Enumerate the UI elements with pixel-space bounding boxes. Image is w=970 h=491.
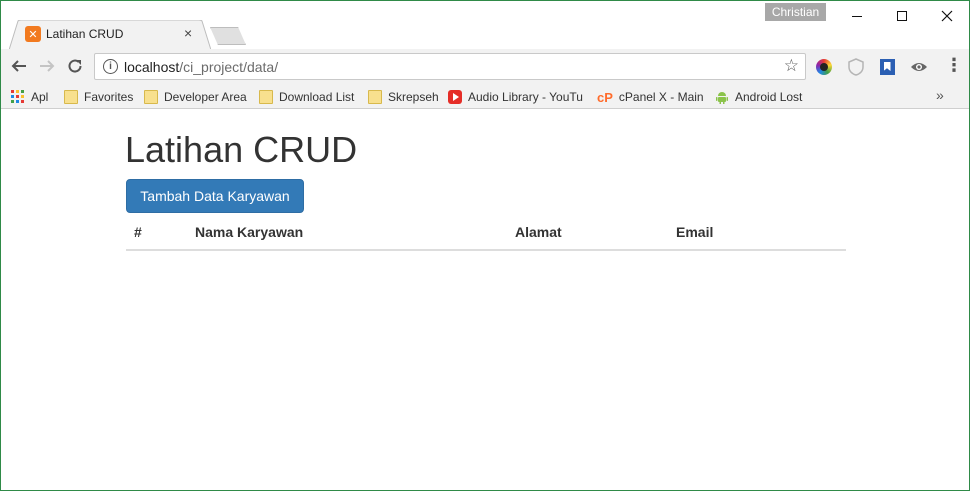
column-header-name: Nama Karyawan xyxy=(187,217,507,251)
folder-icon xyxy=(64,90,78,104)
back-button[interactable] xyxy=(7,54,31,78)
bookmark-label: Apl xyxy=(31,90,49,104)
table-header-row: # Nama Karyawan Alamat Email xyxy=(126,217,846,251)
maximize-button[interactable] xyxy=(879,1,925,31)
page-title: Latihan CRUD xyxy=(125,129,358,170)
bookmark-android-lost[interactable]: Android Lost xyxy=(715,88,802,106)
bookmark-audio-library[interactable]: Audio Library - YouTu xyxy=(448,88,585,106)
apps-grid-icon xyxy=(11,90,24,103)
minimize-icon xyxy=(852,15,862,17)
bookmark-label: Developer Area xyxy=(164,90,247,104)
minimize-button[interactable] xyxy=(834,1,880,31)
folder-icon xyxy=(368,90,382,104)
browser-toolbar: i localhost/ci_project/data/ ☆ ⋮ xyxy=(1,49,969,85)
info-icon[interactable]: i xyxy=(103,59,118,74)
eye-extension-icon[interactable] xyxy=(909,57,929,77)
reload-button[interactable] xyxy=(63,54,87,78)
xampp-favicon-icon: ✕ xyxy=(25,26,41,42)
url-host: localhost xyxy=(124,59,180,75)
folder-icon xyxy=(259,90,273,104)
tab-title[interactable]: Latihan CRUD xyxy=(46,27,123,41)
tab-close-icon[interactable]: × xyxy=(184,25,192,41)
bookmark-apps[interactable]: Apl xyxy=(11,88,48,106)
arrow-right-icon xyxy=(40,60,55,72)
youtube-icon xyxy=(448,90,462,104)
bookmark-label: cPanel X - Main xyxy=(618,90,704,104)
color-extension-icon[interactable] xyxy=(814,57,834,77)
bookmark-label: Audio Library - YouTu xyxy=(468,90,583,104)
browser-window: ✕ Latihan CRUD × Christian i localhost/c… xyxy=(0,0,970,491)
bookmark-star-icon[interactable]: ☆ xyxy=(784,56,799,76)
shield-extension-icon[interactable] xyxy=(846,57,866,77)
url-text[interactable]: localhost/ci_project/data/ xyxy=(124,59,278,75)
close-window-button[interactable] xyxy=(924,1,969,31)
maximize-icon xyxy=(897,11,907,21)
title-bar: ✕ Latihan CRUD × Christian xyxy=(1,1,969,50)
column-header-email: Email xyxy=(668,217,846,251)
close-icon xyxy=(941,10,953,22)
bookmark-cpanel[interactable]: cP cPanel X - Main xyxy=(597,88,704,106)
bookmark-label: Skrepseh xyxy=(388,90,439,104)
bookmark-download-list[interactable]: Download List xyxy=(259,88,354,106)
table-header: # Nama Karyawan Alamat Email xyxy=(126,217,846,251)
bookmark-skrepseh[interactable]: Skrepseh xyxy=(368,88,439,106)
forward-button[interactable] xyxy=(35,54,59,78)
folder-icon xyxy=(144,90,158,104)
url-path: /ci_project/data/ xyxy=(179,59,279,75)
kebab-menu-icon[interactable]: ⋮ xyxy=(945,55,963,76)
bookmarks-overflow-icon[interactable]: » xyxy=(936,87,944,103)
address-bar[interactable]: i localhost/ci_project/data/ ☆ xyxy=(94,53,806,80)
android-icon xyxy=(716,92,728,104)
arrow-left-icon xyxy=(11,60,26,72)
profile-badge[interactable]: Christian xyxy=(765,3,826,21)
column-header-number: # xyxy=(126,217,187,251)
bookmark-label: Download List xyxy=(279,90,355,104)
bookmark-extension-icon[interactable] xyxy=(877,57,897,77)
bookmarks-bar: Apl Favorites Developer Area Download Li… xyxy=(1,85,969,109)
add-employee-button[interactable]: Tambah Data Karyawan xyxy=(126,179,304,213)
bookmark-label: Favorites xyxy=(84,90,134,104)
employee-table: # Nama Karyawan Alamat Email xyxy=(126,217,846,251)
reload-icon xyxy=(68,59,82,73)
bookmark-developer-area[interactable]: Developer Area xyxy=(144,88,247,106)
bookmark-label: Android Lost xyxy=(735,90,803,104)
new-tab-button[interactable] xyxy=(210,27,246,45)
bookmark-favorites[interactable]: Favorites xyxy=(64,88,133,106)
cpanel-icon: cP xyxy=(597,90,613,105)
page-content: Latihan CRUD Tambah Data Karyawan # Nama… xyxy=(1,110,969,490)
column-header-address: Alamat xyxy=(507,217,668,251)
